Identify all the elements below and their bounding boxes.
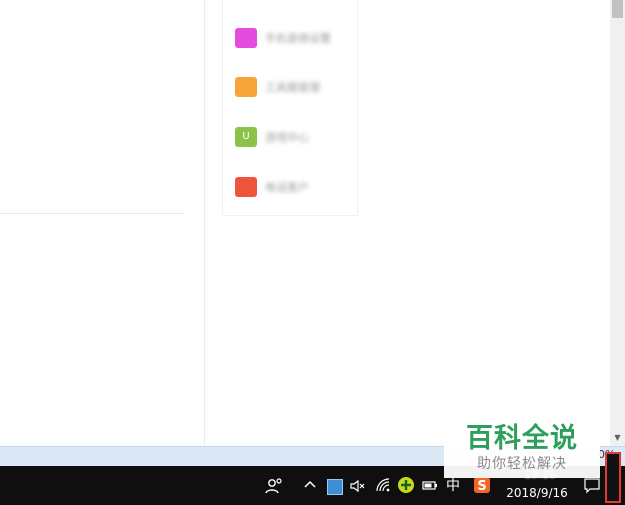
clock-date[interactable]: 2018/9/16 xyxy=(502,486,572,500)
notification-icon[interactable] xyxy=(582,476,602,496)
menu-item-4[interactable]: 电话客户 xyxy=(233,175,353,199)
menu-item-label: 工具箱管理 xyxy=(265,81,320,94)
menu-item-1[interactable]: 手机音频设置 xyxy=(233,26,353,50)
menu-item-badge: U xyxy=(242,131,250,142)
scrollbar-thumb[interactable] xyxy=(612,0,623,18)
sogou-input-icon[interactable]: S xyxy=(472,476,492,496)
menu-item-icon: U xyxy=(235,127,257,147)
watermark-title: 百科全说 xyxy=(466,423,578,454)
battery-icon[interactable] xyxy=(420,476,440,496)
scroll-down-icon[interactable]: ▼ xyxy=(610,431,625,445)
security-app-icon[interactable] xyxy=(396,476,416,496)
left-pane xyxy=(0,0,205,446)
vertical-scrollbar[interactable] xyxy=(610,0,625,446)
menu-item-icon xyxy=(235,28,257,48)
watermark-subtitle: 助你轻松解决 xyxy=(477,456,567,472)
dropdown-menu: 手机音频设置 工具箱管理 U 游戏中心 电话客户 xyxy=(222,0,358,216)
wifi-icon[interactable] xyxy=(373,476,393,496)
menu-item-label: 游戏中心 xyxy=(265,131,309,144)
menu-item-3[interactable]: U 游戏中心 xyxy=(233,125,353,149)
chevron-up-icon[interactable] xyxy=(300,476,320,496)
menu-item-label: 手机音频设置 xyxy=(265,32,331,45)
show-desktop-button[interactable] xyxy=(605,452,621,503)
menu-item-icon xyxy=(235,177,257,197)
svg-text:S: S xyxy=(477,479,486,494)
people-icon[interactable] xyxy=(263,476,285,496)
menu-item-2[interactable]: 工具箱管理 xyxy=(233,75,353,99)
app-tray-icon[interactable] xyxy=(325,476,343,496)
menu-item-label: 电话客户 xyxy=(265,181,309,194)
menu-item-icon xyxy=(235,77,257,97)
ime-indicator[interactable]: 中 xyxy=(444,476,462,496)
volume-muted-icon[interactable] xyxy=(347,476,369,496)
divider xyxy=(0,213,184,214)
